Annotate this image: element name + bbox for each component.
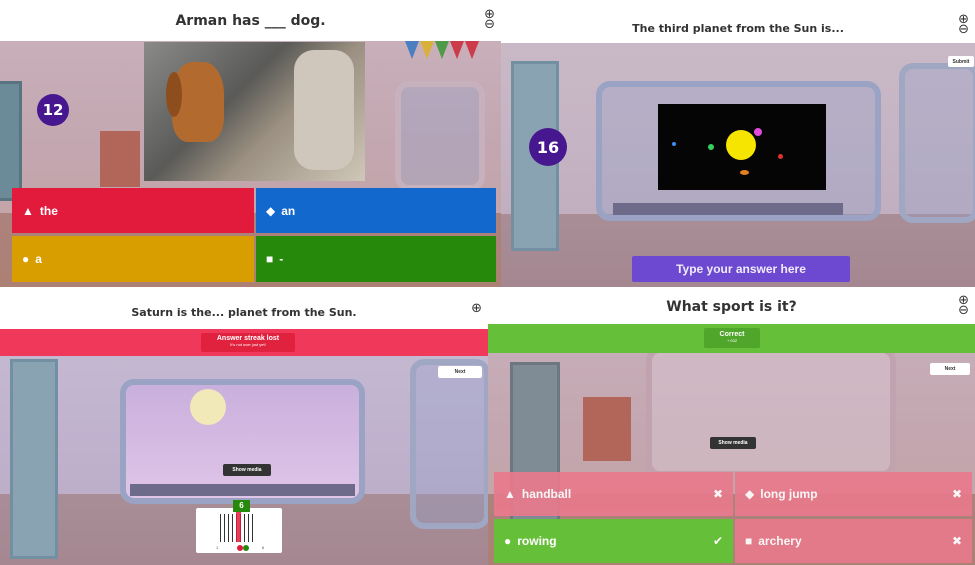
quiz-panel-1: Arman has ___ dog. ⊕ ⊖ 12 ▲ the ◆ an ● a … <box>0 0 501 287</box>
wrong-icon: ✖ <box>712 487 723 501</box>
planet-blue <box>672 142 676 146</box>
banner-title: Answer streak lost <box>216 335 280 342</box>
next-button[interactable]: Next <box>930 363 970 375</box>
question-title: The third planet from the Sun is... <box>632 22 844 35</box>
answer-button-triangle[interactable]: ▲ the <box>12 188 254 233</box>
triangle-icon: ▲ <box>22 203 34 218</box>
result-slider-card: 6 1 8 <box>196 500 282 553</box>
controls-icon[interactable]: ⊕ ⊖ <box>958 293 969 316</box>
question-title: Arman has ___ dog. <box>175 13 326 29</box>
question-title: Saturn is the... planet from the Sun. <box>131 306 357 319</box>
triangle-icon: ▲ <box>504 487 516 501</box>
controls-icon[interactable]: ⊕ ⊖ <box>958 12 969 35</box>
answer-input[interactable]: Type your answer here <box>632 256 850 282</box>
next-button[interactable]: Next <box>438 366 482 378</box>
square-icon: ■ <box>745 534 753 548</box>
check-icon: ✔ <box>712 534 723 548</box>
slider-correct-bar <box>236 512 241 542</box>
banner-points: + 632 <box>726 338 738 343</box>
question-image <box>144 42 365 181</box>
correct-banner: Correct + 632 <box>488 324 975 353</box>
answer-label: a <box>35 252 42 266</box>
planet-pink <box>754 128 762 136</box>
controls-icon[interactable]: ⊕ ⊖ <box>484 7 495 30</box>
answer-label: - <box>279 252 284 266</box>
quiz-panel-4: What sport is it? ⊕ ⊖ Correct + 632 Next … <box>488 287 975 565</box>
diamond-icon: ◆ <box>266 203 276 218</box>
wrong-icon: ✖ <box>951 487 962 501</box>
dog-ear <box>166 72 182 117</box>
solar-system-image <box>658 104 826 190</box>
show-media-button[interactable]: Show media <box>710 437 756 449</box>
quiz-panel-2: The third planet from the Sun is... ⊕ ⊖ S… <box>501 0 975 287</box>
timer-badge: 16 <box>529 128 567 166</box>
planet-red <box>778 154 783 159</box>
answer-label: rowing <box>517 534 557 548</box>
answer-button-circle[interactable]: ● a <box>12 236 254 282</box>
result-count-badge: 6 <box>233 500 250 512</box>
timer-badge: 12 <box>37 94 69 126</box>
answer-button-diamond[interactable]: ◆ an <box>256 188 496 233</box>
submit-button[interactable]: Submit <box>948 56 974 67</box>
planet-orange <box>740 170 749 175</box>
slider-correct-icon <box>243 545 249 551</box>
controls-icon[interactable]: ⊕ <box>471 301 482 314</box>
show-media-button[interactable]: Show media <box>223 464 271 476</box>
wrong-icon: ✖ <box>951 534 962 548</box>
square-icon: ■ <box>266 252 274 266</box>
banner-subtitle: It's not over just yet! <box>230 342 266 347</box>
correct-box: Correct + 632 <box>704 328 760 348</box>
moon-shape <box>190 389 226 425</box>
answer-label: handball <box>521 487 572 501</box>
streak-box: Answer streak lost It's not over just ye… <box>201 333 295 352</box>
circle-icon: ● <box>504 534 512 548</box>
circle-icon: ● <box>22 252 30 266</box>
slider-max-label: 8 <box>261 545 264 550</box>
quiz-panel-3: Saturn is the... planet from the Sun. ⊕ … <box>0 287 488 565</box>
answer-label: an <box>281 203 296 218</box>
answer-button-diamond[interactable]: ◆ long jump ✖ <box>735 472 972 516</box>
sculpture-figure <box>294 50 354 170</box>
answer-label: long jump <box>760 487 818 501</box>
answer-button-square[interactable]: ■ archery ✖ <box>735 519 972 563</box>
streak-banner: Answer streak lost It's not over just ye… <box>0 329 488 356</box>
answer-button-circle[interactable]: ● rowing ✔ <box>494 519 733 563</box>
question-title: What sport is it? <box>666 299 797 315</box>
answer-label: archery <box>758 534 802 548</box>
slider-min-label: 1 <box>216 545 219 550</box>
answer-button-triangle[interactable]: ▲ handball ✖ <box>494 472 733 516</box>
answer-label: the <box>39 203 58 218</box>
planet-green <box>708 144 714 150</box>
diamond-icon: ◆ <box>745 487 755 501</box>
banner-title: Correct <box>719 331 745 338</box>
answer-button-square[interactable]: ■ - <box>256 236 496 282</box>
sun-icon <box>726 130 756 160</box>
